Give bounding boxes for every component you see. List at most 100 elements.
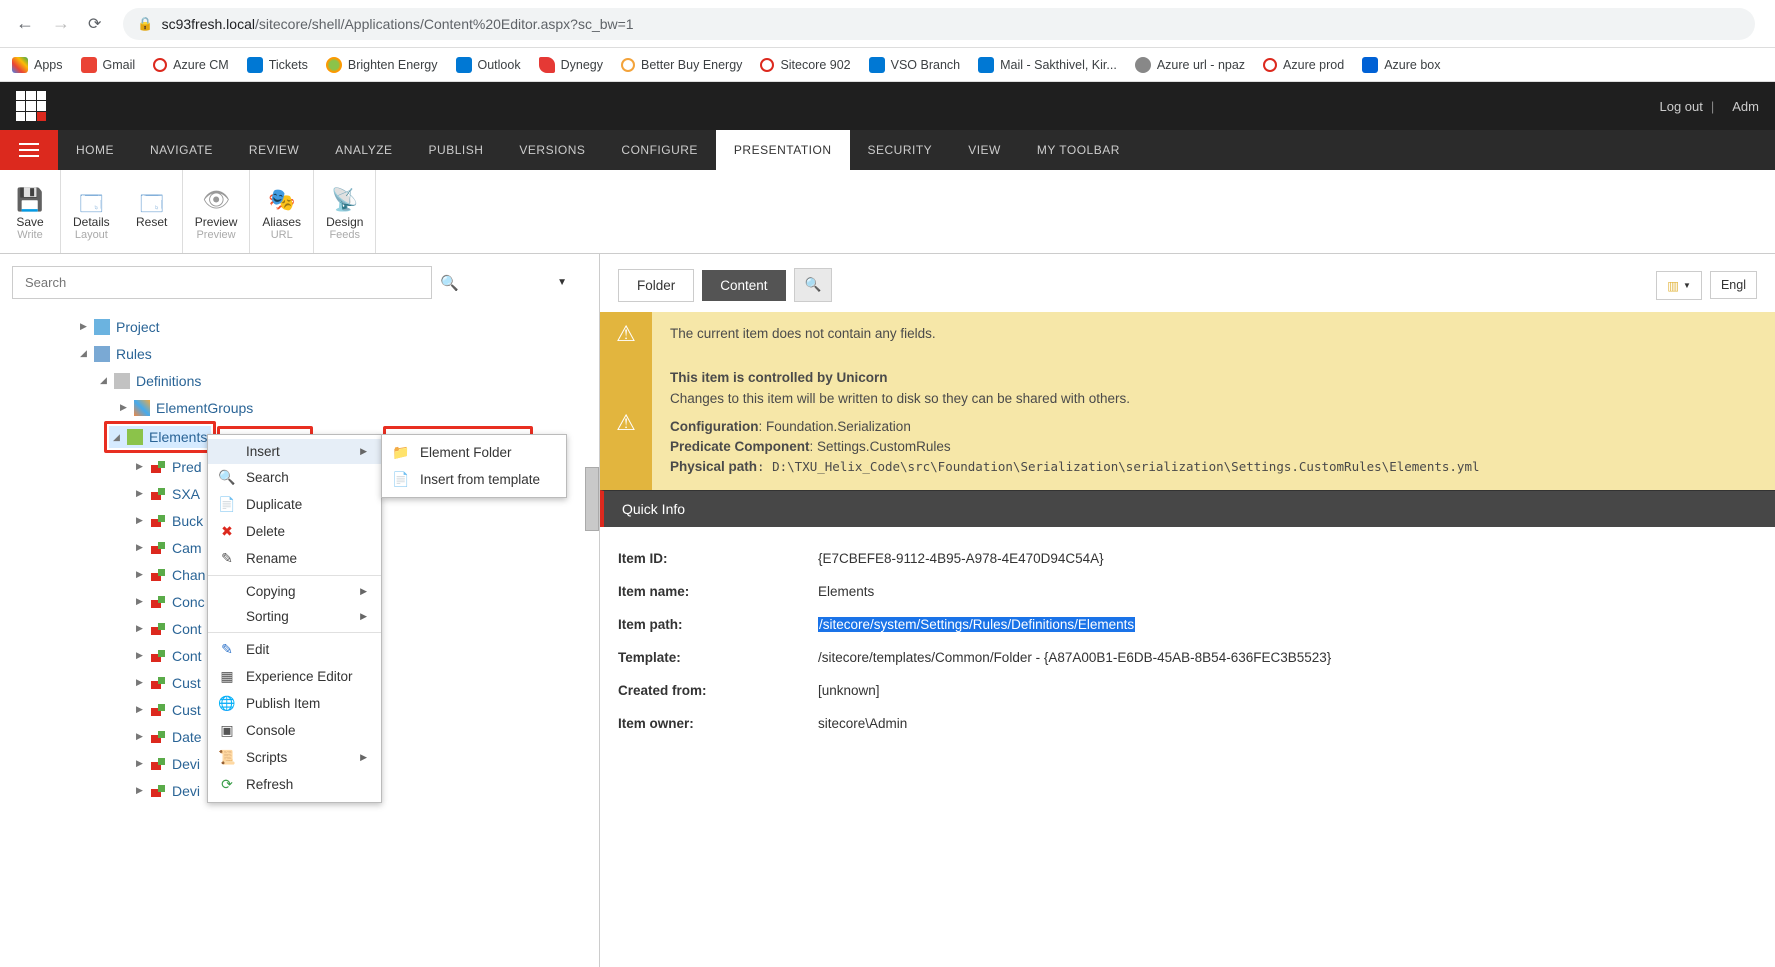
tag-icon [150,540,166,556]
tab-folder[interactable]: Folder [618,269,694,302]
scrollbar-thumb[interactable] [585,467,599,531]
submenu-insert-from-template[interactable]: 📄Insert from template [382,466,566,493]
tag-icon [150,702,166,718]
info-value[interactable]: {E7CBEFE8-9112-4B95-A978-4E470D94C54A} [818,551,1104,566]
tree-node-project[interactable]: ▶ Project [0,313,599,340]
search-icon: 🔍 [218,469,236,486]
eye-icon: 👁 [202,187,230,213]
logout-link[interactable]: Log out [1660,99,1703,114]
tree-node-definitions[interactable]: ◢ Definitions [0,367,599,394]
ctx-search[interactable]: 🔍Search [208,464,381,491]
search-icon[interactable]: 🔍 [440,274,459,292]
rules-icon [94,346,110,362]
ctx-console[interactable]: ▣Console [208,717,381,744]
folder-icon [94,319,110,335]
info-value[interactable]: Elements [818,584,874,599]
tab-home[interactable]: HOME [58,130,132,170]
ctx-sorting[interactable]: Sorting▶ [208,604,381,629]
sitecore-logo[interactable] [16,91,46,121]
ctx-publish[interactable]: 🌐Publish Item [208,690,381,717]
bookmark-vso[interactable]: VSO Branch [869,57,960,73]
element-folder-icon: 📁 [392,444,410,461]
view-mode-button[interactable]: ▥▼ [1656,271,1702,300]
aliases-button[interactable]: 🎭 Aliases URL [250,170,313,253]
tree-node-elementgroups[interactable]: ▶ ElementGroups [0,394,599,421]
tab-navigate[interactable]: NAVIGATE [132,130,231,170]
tab-configure[interactable]: CONFIGURE [603,130,716,170]
ctx-experience-editor[interactable]: ▦Experience Editor [208,663,381,690]
ctx-insert[interactable]: Insert▶ [208,439,381,464]
info-key: Item path: [618,617,818,632]
submenu-element-folder[interactable]: 📁Element Folder [382,439,566,466]
sitecore-top-bar: Log out | Adm [0,82,1775,130]
apps-icon [12,57,28,73]
back-button[interactable]: ← [12,9,38,38]
details-button[interactable]: 🗔 Details Layout [61,170,122,253]
info-key: Template: [618,650,818,665]
save-button[interactable]: 💾 Save Write [0,170,60,253]
ctx-rename[interactable]: ✎Rename [208,545,381,572]
bookmark-gmail[interactable]: Gmail [81,57,136,73]
tab-analyze[interactable]: ANALYZE [317,130,410,170]
bookmark-azure-cm[interactable]: Azure CM [153,58,229,72]
folder-green-icon [127,429,143,445]
ctx-duplicate[interactable]: 📄Duplicate [208,491,381,518]
reload-button[interactable]: ⟳ [84,10,105,38]
tab-my-toolbar[interactable]: MY TOOLBAR [1019,130,1138,170]
globe-icon: 🌐 [218,695,236,712]
user-link[interactable]: Adm [1732,99,1759,114]
quick-info-header[interactable]: Quick Info [600,490,1775,527]
bookmark-apps[interactable]: Apps [12,57,63,73]
bookmark-tickets[interactable]: Tickets [247,57,308,73]
bookmark-bbe[interactable]: Better Buy Energy [621,58,742,72]
tab-presentation[interactable]: PRESENTATION [716,130,850,170]
tree-node-rules[interactable]: ◢ Rules [0,340,599,367]
info-value[interactable]: [unknown] [818,683,880,698]
context-menu: Insert▶ 🔍Search 📄Duplicate ✖Delete ✎Rena… [207,434,382,803]
bookmark-dynegy[interactable]: Dynegy [539,57,603,73]
ctx-edit[interactable]: ✎Edit [208,636,381,663]
info-key: Item ID: [618,551,818,566]
insert-submenu: 📁Element Folder 📄Insert from template [381,434,567,498]
save-icon: 💾 [16,187,43,213]
content-tabs: Folder Content 🔍 ▥▼ Engl [600,254,1775,312]
bookmark-azure-prod[interactable]: Azure prod [1263,58,1344,72]
tree-node-elements[interactable]: ◢ Elements [109,426,211,448]
design-button[interactable]: 📡 Design Feeds [314,170,375,253]
hamburger-button[interactable] [0,130,58,170]
preview-button[interactable]: 👁 Preview Preview [183,170,250,253]
bookmark-mail[interactable]: Mail - Sakthivel, Kir... [978,57,1117,73]
tab-review[interactable]: REVIEW [231,130,317,170]
tab-versions[interactable]: VERSIONS [501,130,603,170]
tab-search-icon[interactable]: 🔍 [794,268,833,302]
ribbon-tabs: HOME NAVIGATE REVIEW ANALYZE PUBLISH VER… [0,130,1775,170]
tab-publish[interactable]: PUBLISH [411,130,502,170]
search-input[interactable] [12,266,432,299]
forward-button[interactable]: → [48,9,74,38]
address-bar[interactable]: 🔒 sc93fresh.local/sitecore/shell/Applica… [123,8,1755,40]
info-value[interactable]: /sitecore/system/Settings/Rules/Definiti… [818,617,1135,632]
ctx-delete[interactable]: ✖Delete [208,518,381,545]
bookmark-brighten[interactable]: Brighten Energy [326,57,438,73]
ctx-refresh[interactable]: ⟳Refresh [208,771,381,798]
bookmark-outlook[interactable]: Outlook [456,57,521,73]
bookmark-azure-box[interactable]: Azure box [1362,57,1440,73]
pencil-icon: ✎ [218,641,236,658]
tab-content[interactable]: Content [702,270,785,301]
info-key: Created from: [618,683,818,698]
grid-icon: ▦ [218,668,236,685]
bookmark-sitecore[interactable]: Sitecore 902 [760,58,850,72]
tab-security[interactable]: SECURITY [850,130,951,170]
search-dropdown[interactable]: ▼ [557,277,567,288]
language-button[interactable]: Engl [1710,271,1757,299]
outlook-icon [978,57,994,73]
ctx-scripts[interactable]: 📜Scripts▶ [208,744,381,771]
info-value[interactable]: sitecore\Admin [818,716,907,731]
info-value[interactable]: /sitecore/templates/Common/Folder - {A87… [818,650,1331,665]
bookmark-azure-url[interactable]: Azure url - npaz [1135,57,1245,73]
reset-button[interactable]: 🗔 Reset [122,170,182,253]
info-row: Item owner:sitecore\Admin [618,716,1757,731]
delete-icon: ✖ [218,523,236,540]
tab-view[interactable]: VIEW [950,130,1019,170]
ctx-copying[interactable]: Copying▶ [208,579,381,604]
